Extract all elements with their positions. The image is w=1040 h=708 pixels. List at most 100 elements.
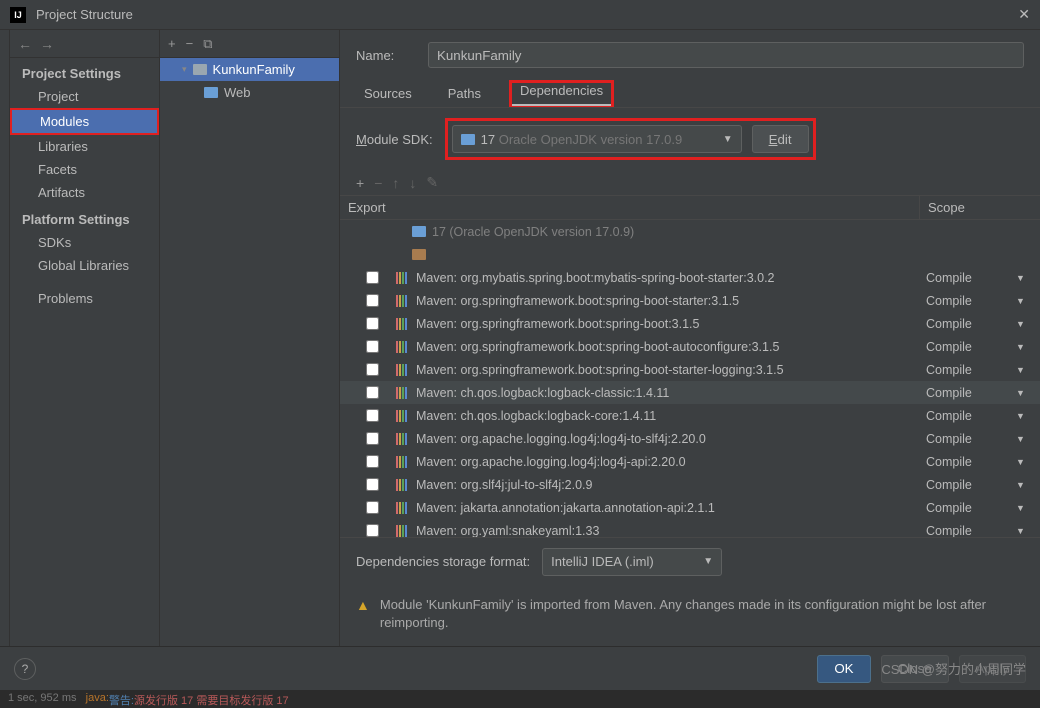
dep-row[interactable]: Maven: org.springframework.boot:spring-b…	[340, 335, 1040, 358]
section-platform-settings: Platform Settings	[10, 204, 159, 231]
dep-name: Maven: org.yaml:snakeyaml:1.33	[416, 524, 926, 537]
sidebar-item-global-libs[interactable]: Global Libraries	[10, 254, 159, 277]
dep-scope[interactable]: Compile	[926, 455, 1016, 469]
dep-name: 17 (Oracle OpenJDK version 17.0.9)	[432, 225, 1032, 239]
export-checkbox[interactable]	[366, 363, 379, 376]
module-tree: + − ⧉ ▾ KunkunFamily Web	[160, 30, 340, 646]
edit-dep-icon[interactable]: ✎	[426, 174, 438, 191]
export-checkbox[interactable]	[366, 294, 379, 307]
forward-icon[interactable]: →	[40, 36, 54, 52]
ok-button[interactable]: OK	[817, 655, 870, 683]
up-icon[interactable]: ↑	[392, 175, 399, 191]
dep-row[interactable]: Maven: org.apache.logging.log4j:log4j-ap…	[340, 450, 1040, 473]
storage-value: IntelliJ IDEA (.iml)	[551, 554, 654, 569]
dep-name: Maven: jakarta.annotation:jakarta.annota…	[416, 501, 926, 515]
chevron-down-icon[interactable]: ▼	[1016, 296, 1032, 306]
export-checkbox[interactable]	[366, 271, 379, 284]
watermark: CSDN @努力的小周同学	[881, 659, 1026, 678]
dep-scope[interactable]: Compile	[926, 386, 1016, 400]
help-button[interactable]: ?	[14, 658, 36, 680]
export-checkbox[interactable]	[366, 432, 379, 445]
sidebar-item-libraries[interactable]: Libraries	[10, 135, 159, 158]
export-checkbox[interactable]	[366, 501, 379, 514]
chevron-down-icon[interactable]: ▼	[1016, 319, 1032, 329]
export-checkbox[interactable]	[366, 340, 379, 353]
dep-scope[interactable]: Compile	[926, 317, 1016, 331]
down-icon[interactable]: ↓	[409, 175, 416, 191]
chevron-down-icon[interactable]: ▼	[1016, 388, 1032, 398]
sidebar-item-problems[interactable]: Problems	[10, 287, 159, 310]
dependency-list[interactable]: 17 (Oracle OpenJDK version 17.0.9) Maven:…	[340, 220, 1040, 537]
dep-name: Maven: org.apache.logging.log4j:log4j-ap…	[416, 455, 926, 469]
add-dep-icon[interactable]: +	[356, 175, 364, 191]
dep-scope[interactable]: Compile	[926, 363, 1016, 377]
chevron-down-icon[interactable]: ▼	[1016, 526, 1032, 536]
dep-row[interactable]: Maven: org.springframework.boot:spring-b…	[340, 312, 1040, 335]
dep-scope[interactable]: Compile	[926, 478, 1016, 492]
chevron-down-icon[interactable]: ▼	[1016, 342, 1032, 352]
tab-sources[interactable]: Sources	[356, 80, 420, 107]
chevron-down-icon[interactable]: ▼	[1016, 457, 1032, 467]
dep-scope[interactable]: Compile	[926, 409, 1016, 423]
web-icon	[204, 87, 218, 98]
sidebar-item-artifacts[interactable]: Artifacts	[10, 181, 159, 204]
copy-icon[interactable]: ⧉	[203, 36, 212, 52]
add-icon[interactable]: +	[168, 36, 176, 51]
dep-scope[interactable]: Compile	[926, 294, 1016, 308]
dep-scope[interactable]: Compile	[926, 271, 1016, 285]
dep-row[interactable]: Maven: ch.qos.logback:logback-classic:1.…	[340, 381, 1040, 404]
chevron-down-icon[interactable]: ▼	[1016, 273, 1032, 283]
name-label: Name:	[356, 48, 416, 63]
warning-text: Module 'KunkunFamily' is imported from M…	[380, 596, 1024, 632]
chevron-down-icon[interactable]: ▼	[1016, 434, 1032, 444]
dep-row[interactable]: Maven: org.slf4j:jul-to-slf4j:2.0.9Compi…	[340, 473, 1040, 496]
tree-web[interactable]: Web	[160, 81, 339, 104]
tab-dependencies[interactable]: Dependencies	[512, 77, 611, 106]
export-checkbox[interactable]	[366, 478, 379, 491]
chevron-down-icon[interactable]: ▼	[1016, 365, 1032, 375]
sidebar: ← → Project Settings Project Modules Lib…	[10, 30, 160, 646]
dep-source-row[interactable]	[340, 243, 1040, 266]
dep-name: Maven: org.slf4j:jul-to-slf4j:2.0.9	[416, 478, 926, 492]
dep-name: Maven: ch.qos.logback:logback-core:1.4.1…	[416, 409, 926, 423]
edit-button[interactable]: Edit	[752, 125, 809, 153]
dep-scope[interactable]: Compile	[926, 340, 1016, 354]
sidebar-item-project[interactable]: Project	[10, 85, 159, 108]
export-checkbox[interactable]	[366, 386, 379, 399]
sdk-select[interactable]: 17 Oracle OpenJDK version 17.0.9 ▼	[452, 125, 742, 153]
dep-scope[interactable]: Compile	[926, 432, 1016, 446]
chevron-down-icon[interactable]: ▼	[1016, 411, 1032, 421]
titlebar: IJ Project Structure ✕	[0, 0, 1040, 30]
tree-module[interactable]: ▾ KunkunFamily	[160, 58, 339, 81]
dep-sdk-row[interactable]: 17 (Oracle OpenJDK version 17.0.9)	[340, 220, 1040, 243]
dep-scope[interactable]: Compile	[926, 524, 1016, 537]
dep-name: Maven: ch.qos.logback:logback-classic:1.…	[416, 386, 926, 400]
back-icon[interactable]: ←	[18, 36, 32, 52]
sdk-icon	[412, 226, 426, 237]
chevron-down-icon[interactable]: ▼	[1016, 480, 1032, 490]
chevron-down-icon[interactable]: ▾	[182, 64, 187, 75]
remove-dep-icon[interactable]: −	[374, 175, 382, 191]
dep-row[interactable]: Maven: org.mybatis.spring.boot:mybatis-s…	[340, 266, 1040, 289]
dep-scope[interactable]: Compile	[926, 501, 1016, 515]
remove-icon[interactable]: −	[186, 36, 194, 51]
sidebar-item-modules[interactable]: Modules	[10, 108, 159, 135]
dep-row[interactable]: Maven: org.apache.logging.log4j:log4j-to…	[340, 427, 1040, 450]
name-input[interactable]	[428, 42, 1024, 68]
sidebar-item-sdks[interactable]: SDKs	[10, 231, 159, 254]
dep-row[interactable]: Maven: org.springframework.boot:spring-b…	[340, 358, 1040, 381]
module-icon	[193, 64, 207, 75]
tab-paths[interactable]: Paths	[448, 86, 481, 101]
export-checkbox[interactable]	[366, 524, 379, 537]
chevron-down-icon[interactable]: ▼	[1016, 503, 1032, 513]
dep-row[interactable]: Maven: org.yaml:snakeyaml:1.33Compile▼	[340, 519, 1040, 537]
storage-select[interactable]: IntelliJ IDEA (.iml) ▼	[542, 548, 722, 576]
export-checkbox[interactable]	[366, 455, 379, 468]
dep-row[interactable]: Maven: jakarta.annotation:jakarta.annota…	[340, 496, 1040, 519]
dep-row[interactable]: Maven: ch.qos.logback:logback-core:1.4.1…	[340, 404, 1040, 427]
export-checkbox[interactable]	[366, 317, 379, 330]
sidebar-item-facets[interactable]: Facets	[10, 158, 159, 181]
close-icon[interactable]: ✕	[1018, 6, 1030, 23]
export-checkbox[interactable]	[366, 409, 379, 422]
dep-row[interactable]: Maven: org.springframework.boot:spring-b…	[340, 289, 1040, 312]
